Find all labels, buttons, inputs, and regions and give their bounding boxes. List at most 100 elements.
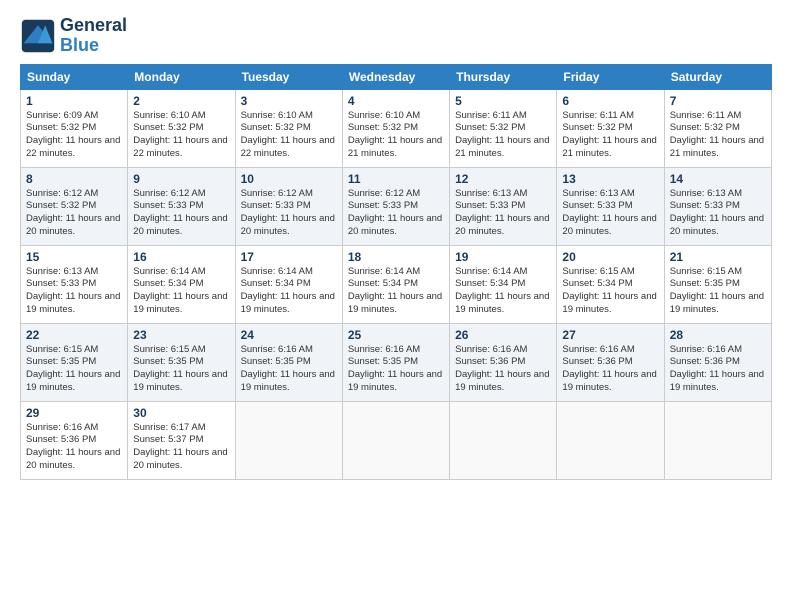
calendar-cell bbox=[450, 401, 557, 479]
day-info: Sunrise: 6:11 AMSunset: 5:32 PMDaylight:… bbox=[562, 110, 658, 161]
day-number: 4 bbox=[348, 94, 444, 108]
day-number: 30 bbox=[133, 406, 229, 420]
day-info: Sunrise: 6:14 AMSunset: 5:34 PMDaylight:… bbox=[455, 266, 551, 317]
day-header-saturday: Saturday bbox=[664, 64, 771, 89]
calendar-cell: 24 Sunrise: 6:16 AMSunset: 5:35 PMDaylig… bbox=[235, 323, 342, 401]
logo: General Blue bbox=[20, 16, 127, 56]
calendar-cell: 2 Sunrise: 6:10 AMSunset: 5:32 PMDayligh… bbox=[128, 89, 235, 167]
day-number: 28 bbox=[670, 328, 766, 342]
day-number: 9 bbox=[133, 172, 229, 186]
calendar-cell: 28 Sunrise: 6:16 AMSunset: 5:36 PMDaylig… bbox=[664, 323, 771, 401]
calendar-cell: 29 Sunrise: 6:16 AMSunset: 5:36 PMDaylig… bbox=[21, 401, 128, 479]
calendar-cell: 13 Sunrise: 6:13 AMSunset: 5:33 PMDaylig… bbox=[557, 167, 664, 245]
day-number: 24 bbox=[241, 328, 337, 342]
day-number: 11 bbox=[348, 172, 444, 186]
day-info: Sunrise: 6:14 AMSunset: 5:34 PMDaylight:… bbox=[348, 266, 444, 317]
page: General Blue SundayMondayTuesdayWednesda… bbox=[0, 0, 792, 612]
day-info: Sunrise: 6:12 AMSunset: 5:32 PMDaylight:… bbox=[26, 188, 122, 239]
day-info: Sunrise: 6:15 AMSunset: 5:35 PMDaylight:… bbox=[133, 344, 229, 395]
calendar-week-3: 15 Sunrise: 6:13 AMSunset: 5:33 PMDaylig… bbox=[21, 245, 772, 323]
calendar-cell: 8 Sunrise: 6:12 AMSunset: 5:32 PMDayligh… bbox=[21, 167, 128, 245]
day-info: Sunrise: 6:17 AMSunset: 5:37 PMDaylight:… bbox=[133, 422, 229, 473]
calendar-cell: 25 Sunrise: 6:16 AMSunset: 5:35 PMDaylig… bbox=[342, 323, 449, 401]
day-number: 12 bbox=[455, 172, 551, 186]
day-number: 20 bbox=[562, 250, 658, 264]
calendar-week-5: 29 Sunrise: 6:16 AMSunset: 5:36 PMDaylig… bbox=[21, 401, 772, 479]
day-number: 29 bbox=[26, 406, 122, 420]
day-info: Sunrise: 6:13 AMSunset: 5:33 PMDaylight:… bbox=[455, 188, 551, 239]
calendar-cell: 1 Sunrise: 6:09 AMSunset: 5:32 PMDayligh… bbox=[21, 89, 128, 167]
day-info: Sunrise: 6:15 AMSunset: 5:35 PMDaylight:… bbox=[670, 266, 766, 317]
day-info: Sunrise: 6:16 AMSunset: 5:35 PMDaylight:… bbox=[241, 344, 337, 395]
day-number: 15 bbox=[26, 250, 122, 264]
day-number: 16 bbox=[133, 250, 229, 264]
day-header-monday: Monday bbox=[128, 64, 235, 89]
calendar-cell: 9 Sunrise: 6:12 AMSunset: 5:33 PMDayligh… bbox=[128, 167, 235, 245]
day-number: 6 bbox=[562, 94, 658, 108]
day-number: 18 bbox=[348, 250, 444, 264]
day-info: Sunrise: 6:11 AMSunset: 5:32 PMDaylight:… bbox=[455, 110, 551, 161]
day-number: 14 bbox=[670, 172, 766, 186]
day-info: Sunrise: 6:12 AMSunset: 5:33 PMDaylight:… bbox=[133, 188, 229, 239]
day-info: Sunrise: 6:12 AMSunset: 5:33 PMDaylight:… bbox=[241, 188, 337, 239]
calendar-cell: 5 Sunrise: 6:11 AMSunset: 5:32 PMDayligh… bbox=[450, 89, 557, 167]
calendar-cell bbox=[235, 401, 342, 479]
calendar-body: 1 Sunrise: 6:09 AMSunset: 5:32 PMDayligh… bbox=[21, 89, 772, 479]
day-number: 17 bbox=[241, 250, 337, 264]
day-number: 8 bbox=[26, 172, 122, 186]
calendar-cell: 3 Sunrise: 6:10 AMSunset: 5:32 PMDayligh… bbox=[235, 89, 342, 167]
day-info: Sunrise: 6:16 AMSunset: 5:36 PMDaylight:… bbox=[562, 344, 658, 395]
day-number: 13 bbox=[562, 172, 658, 186]
day-number: 1 bbox=[26, 94, 122, 108]
day-number: 22 bbox=[26, 328, 122, 342]
day-number: 5 bbox=[455, 94, 551, 108]
calendar-cell bbox=[664, 401, 771, 479]
calendar-cell: 10 Sunrise: 6:12 AMSunset: 5:33 PMDaylig… bbox=[235, 167, 342, 245]
day-number: 7 bbox=[670, 94, 766, 108]
day-info: Sunrise: 6:11 AMSunset: 5:32 PMDaylight:… bbox=[670, 110, 766, 161]
calendar-cell: 23 Sunrise: 6:15 AMSunset: 5:35 PMDaylig… bbox=[128, 323, 235, 401]
calendar-cell: 21 Sunrise: 6:15 AMSunset: 5:35 PMDaylig… bbox=[664, 245, 771, 323]
day-info: Sunrise: 6:13 AMSunset: 5:33 PMDaylight:… bbox=[562, 188, 658, 239]
calendar-cell: 19 Sunrise: 6:14 AMSunset: 5:34 PMDaylig… bbox=[450, 245, 557, 323]
day-info: Sunrise: 6:10 AMSunset: 5:32 PMDaylight:… bbox=[133, 110, 229, 161]
calendar-header: SundayMondayTuesdayWednesdayThursdayFrid… bbox=[21, 64, 772, 89]
day-number: 21 bbox=[670, 250, 766, 264]
day-header-friday: Friday bbox=[557, 64, 664, 89]
day-number: 27 bbox=[562, 328, 658, 342]
calendar-cell: 26 Sunrise: 6:16 AMSunset: 5:36 PMDaylig… bbox=[450, 323, 557, 401]
calendar-cell: 11 Sunrise: 6:12 AMSunset: 5:33 PMDaylig… bbox=[342, 167, 449, 245]
calendar-cell: 16 Sunrise: 6:14 AMSunset: 5:34 PMDaylig… bbox=[128, 245, 235, 323]
day-number: 19 bbox=[455, 250, 551, 264]
day-header-wednesday: Wednesday bbox=[342, 64, 449, 89]
day-info: Sunrise: 6:15 AMSunset: 5:35 PMDaylight:… bbox=[26, 344, 122, 395]
day-info: Sunrise: 6:14 AMSunset: 5:34 PMDaylight:… bbox=[241, 266, 337, 317]
calendar-cell: 12 Sunrise: 6:13 AMSunset: 5:33 PMDaylig… bbox=[450, 167, 557, 245]
day-info: Sunrise: 6:15 AMSunset: 5:34 PMDaylight:… bbox=[562, 266, 658, 317]
day-number: 25 bbox=[348, 328, 444, 342]
calendar-week-2: 8 Sunrise: 6:12 AMSunset: 5:32 PMDayligh… bbox=[21, 167, 772, 245]
calendar-cell: 6 Sunrise: 6:11 AMSunset: 5:32 PMDayligh… bbox=[557, 89, 664, 167]
calendar-cell: 18 Sunrise: 6:14 AMSunset: 5:34 PMDaylig… bbox=[342, 245, 449, 323]
calendar-cell bbox=[557, 401, 664, 479]
calendar-cell: 4 Sunrise: 6:10 AMSunset: 5:32 PMDayligh… bbox=[342, 89, 449, 167]
calendar-cell: 15 Sunrise: 6:13 AMSunset: 5:33 PMDaylig… bbox=[21, 245, 128, 323]
calendar-cell: 7 Sunrise: 6:11 AMSunset: 5:32 PMDayligh… bbox=[664, 89, 771, 167]
day-header-sunday: Sunday bbox=[21, 64, 128, 89]
day-header-thursday: Thursday bbox=[450, 64, 557, 89]
day-info: Sunrise: 6:13 AMSunset: 5:33 PMDaylight:… bbox=[670, 188, 766, 239]
day-number: 26 bbox=[455, 328, 551, 342]
day-info: Sunrise: 6:16 AMSunset: 5:36 PMDaylight:… bbox=[670, 344, 766, 395]
calendar-cell: 22 Sunrise: 6:15 AMSunset: 5:35 PMDaylig… bbox=[21, 323, 128, 401]
calendar-week-4: 22 Sunrise: 6:15 AMSunset: 5:35 PMDaylig… bbox=[21, 323, 772, 401]
calendar-cell: 17 Sunrise: 6:14 AMSunset: 5:34 PMDaylig… bbox=[235, 245, 342, 323]
day-info: Sunrise: 6:12 AMSunset: 5:33 PMDaylight:… bbox=[348, 188, 444, 239]
header: General Blue bbox=[20, 16, 772, 56]
day-number: 10 bbox=[241, 172, 337, 186]
day-info: Sunrise: 6:09 AMSunset: 5:32 PMDaylight:… bbox=[26, 110, 122, 161]
calendar-cell bbox=[342, 401, 449, 479]
calendar: SundayMondayTuesdayWednesdayThursdayFrid… bbox=[20, 64, 772, 480]
day-info: Sunrise: 6:14 AMSunset: 5:34 PMDaylight:… bbox=[133, 266, 229, 317]
day-number: 3 bbox=[241, 94, 337, 108]
calendar-week-1: 1 Sunrise: 6:09 AMSunset: 5:32 PMDayligh… bbox=[21, 89, 772, 167]
